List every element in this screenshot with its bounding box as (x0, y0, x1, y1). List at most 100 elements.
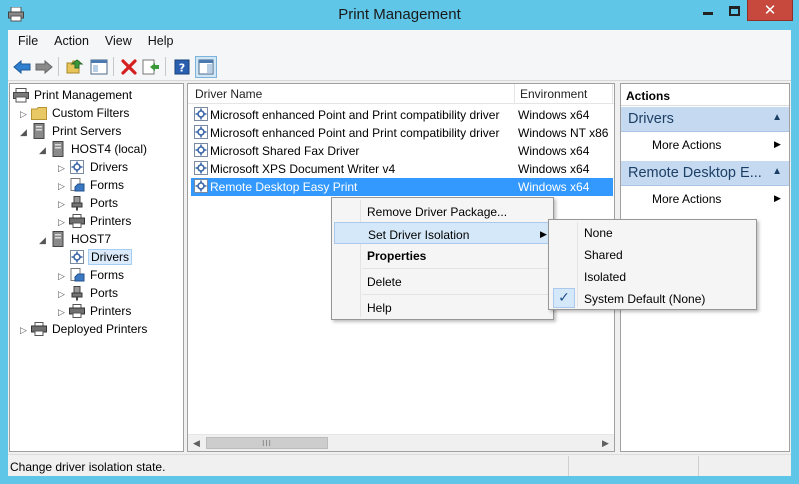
expand-arrow-icon[interactable]: ▷ (19, 110, 28, 119)
expand-arrow-icon[interactable]: ▷ (57, 164, 66, 173)
expand-arrow-icon[interactable]: ▷ (19, 326, 28, 335)
tree-label: Custom Filters (52, 106, 130, 120)
column-divider[interactable] (612, 84, 613, 104)
menu-item-label: Shared (584, 248, 623, 262)
submenu-arrow-icon: ▶ (774, 139, 781, 149)
table-row[interactable]: Microsoft XPS Document Writer v4 Windows… (191, 160, 613, 178)
expand-arrow-icon[interactable]: ▷ (57, 182, 66, 191)
folder-up-icon (66, 59, 84, 74)
driver-icon (194, 107, 208, 124)
menu-item-set-driver-isolation[interactable]: Set Driver Isolation ▶ (334, 222, 551, 244)
tree-node-host4-ports[interactable]: Ports (68, 194, 120, 212)
table-row[interactable]: Microsoft enhanced Point and Print compa… (191, 124, 613, 142)
tree-node-print-servers[interactable]: Print Servers (30, 122, 123, 140)
title-bar[interactable]: Print Management ✕ (0, 0, 799, 30)
help-button[interactable]: ? (171, 56, 193, 78)
console-tree[interactable]: Print Management ▷ Custom Filters ◢ Prin… (9, 83, 184, 452)
toolbar-separator (113, 57, 114, 76)
column-header-environment[interactable]: Environment (520, 87, 587, 101)
expand-arrow-icon[interactable]: ▷ (57, 290, 66, 299)
expand-arrow-icon[interactable]: ▷ (57, 308, 66, 317)
collapse-arrow-icon[interactable]: ◢ (19, 128, 28, 137)
close-button[interactable]: ✕ (747, 0, 793, 21)
tree-node-deployed-printers[interactable]: Deployed Printers (30, 320, 149, 338)
minimize-icon (703, 12, 713, 15)
horizontal-scrollbar[interactable]: ◀ III ▶ (188, 434, 614, 451)
actions-section-drivers[interactable]: Drivers ▲ (621, 107, 789, 132)
action-more-actions-remote-desktop[interactable]: More Actions (652, 192, 721, 206)
driver-icon (194, 161, 208, 178)
menu-item-isolation-isolated[interactable]: Isolated (551, 265, 754, 287)
tree-label: Print Servers (52, 124, 122, 138)
menu-item-properties[interactable]: Properties (334, 244, 551, 266)
up-one-level-button[interactable] (64, 56, 86, 78)
menu-view[interactable]: View (97, 34, 140, 48)
printer-icon (68, 213, 85, 229)
tree-node-host4-forms[interactable]: Forms (68, 176, 126, 194)
tree-node-print-management[interactable]: Print Management (12, 86, 134, 104)
table-row[interactable]: Microsoft enhanced Point and Print compa… (191, 106, 613, 124)
collapse-arrow-icon[interactable]: ◢ (38, 236, 47, 245)
printer-icon (68, 303, 85, 319)
submenu-arrow-icon: ▶ (774, 193, 781, 203)
checkmark-icon: ✓ (553, 288, 575, 308)
status-text: Change driver isolation state. (10, 460, 166, 474)
scrollbar-thumb[interactable]: III (206, 437, 328, 449)
driver-icon (194, 179, 208, 196)
expand-arrow-icon[interactable]: ▷ (57, 200, 66, 209)
delete-x-icon (121, 59, 137, 75)
collapse-arrow-icon[interactable]: ◢ (38, 146, 47, 155)
tree-node-custom-filters[interactable]: Custom Filters (30, 104, 131, 122)
tree-node-host4-drivers[interactable]: Drivers (68, 158, 130, 176)
delete-button[interactable] (118, 56, 140, 78)
tree-node-host7-printers[interactable]: Printers (68, 302, 133, 320)
menu-item-help[interactable]: Help (334, 296, 551, 318)
status-divider (568, 456, 569, 476)
expand-arrow-icon[interactable]: ▷ (57, 272, 66, 281)
menu-item-isolation-system-default[interactable]: ✓ System Default (None) (551, 287, 754, 309)
export-list-button[interactable] (140, 56, 162, 78)
maximize-button[interactable] (721, 0, 747, 21)
menu-item-label: Remove Driver Package... (367, 205, 508, 219)
menu-item-delete[interactable]: Delete (334, 270, 551, 292)
menu-action[interactable]: Action (46, 34, 97, 48)
print-management-window: Print Management ✕ File Action View Help (0, 0, 799, 484)
collapse-caret-icon[interactable]: ▲ (772, 112, 782, 123)
menu-item-label: Isolated (584, 270, 627, 284)
folder-icon (30, 105, 47, 121)
server-icon (49, 231, 66, 247)
actions-section-remote-desktop[interactable]: Remote Desktop E... ▲ (621, 161, 789, 186)
table-row[interactable]: Microsoft Shared Fax Driver Windows x64 (191, 142, 613, 160)
toolbar-separator (165, 57, 166, 76)
menu-item-isolation-shared[interactable]: Shared (551, 243, 754, 265)
forms-icon (68, 267, 85, 283)
action-more-actions-drivers[interactable]: More Actions (652, 138, 721, 152)
tree-label: Printers (90, 304, 132, 318)
scroll-right-button[interactable]: ▶ (597, 435, 614, 451)
column-divider[interactable] (514, 84, 515, 104)
status-divider (698, 456, 699, 476)
show-hide-console-tree-button[interactable] (88, 56, 110, 78)
tree-node-host7[interactable]: HOST7 (49, 230, 113, 248)
tree-node-host7-drivers[interactable]: Drivers (68, 248, 132, 266)
collapse-caret-icon[interactable]: ▲ (772, 166, 782, 177)
driver-icon (194, 125, 208, 142)
menu-file[interactable]: File (10, 34, 46, 48)
menu-item-remove-driver-package[interactable]: Remove Driver Package... (334, 200, 551, 222)
scroll-left-button[interactable]: ◀ (188, 435, 205, 451)
forms-icon (68, 177, 85, 193)
expand-arrow-icon[interactable]: ▷ (57, 218, 66, 227)
driver-name-cell: Microsoft enhanced Point and Print compa… (210, 108, 500, 122)
show-hide-action-pane-button[interactable] (195, 56, 217, 78)
tree-node-host7-forms[interactable]: Forms (68, 266, 126, 284)
tree-node-host4-printers[interactable]: Printers (68, 212, 133, 230)
menu-help[interactable]: Help (140, 34, 182, 48)
column-header-driver-name[interactable]: Driver Name (195, 87, 262, 101)
minimize-button[interactable] (695, 0, 721, 21)
forward-button[interactable] (33, 56, 55, 78)
back-button[interactable] (11, 56, 33, 78)
menu-item-isolation-none[interactable]: None (551, 221, 754, 243)
table-row-selected[interactable]: Remote Desktop Easy Print Windows x64 (191, 178, 613, 196)
tree-node-host7-ports[interactable]: Ports (68, 284, 120, 302)
tree-node-host4[interactable]: HOST4 (local) (49, 140, 149, 158)
